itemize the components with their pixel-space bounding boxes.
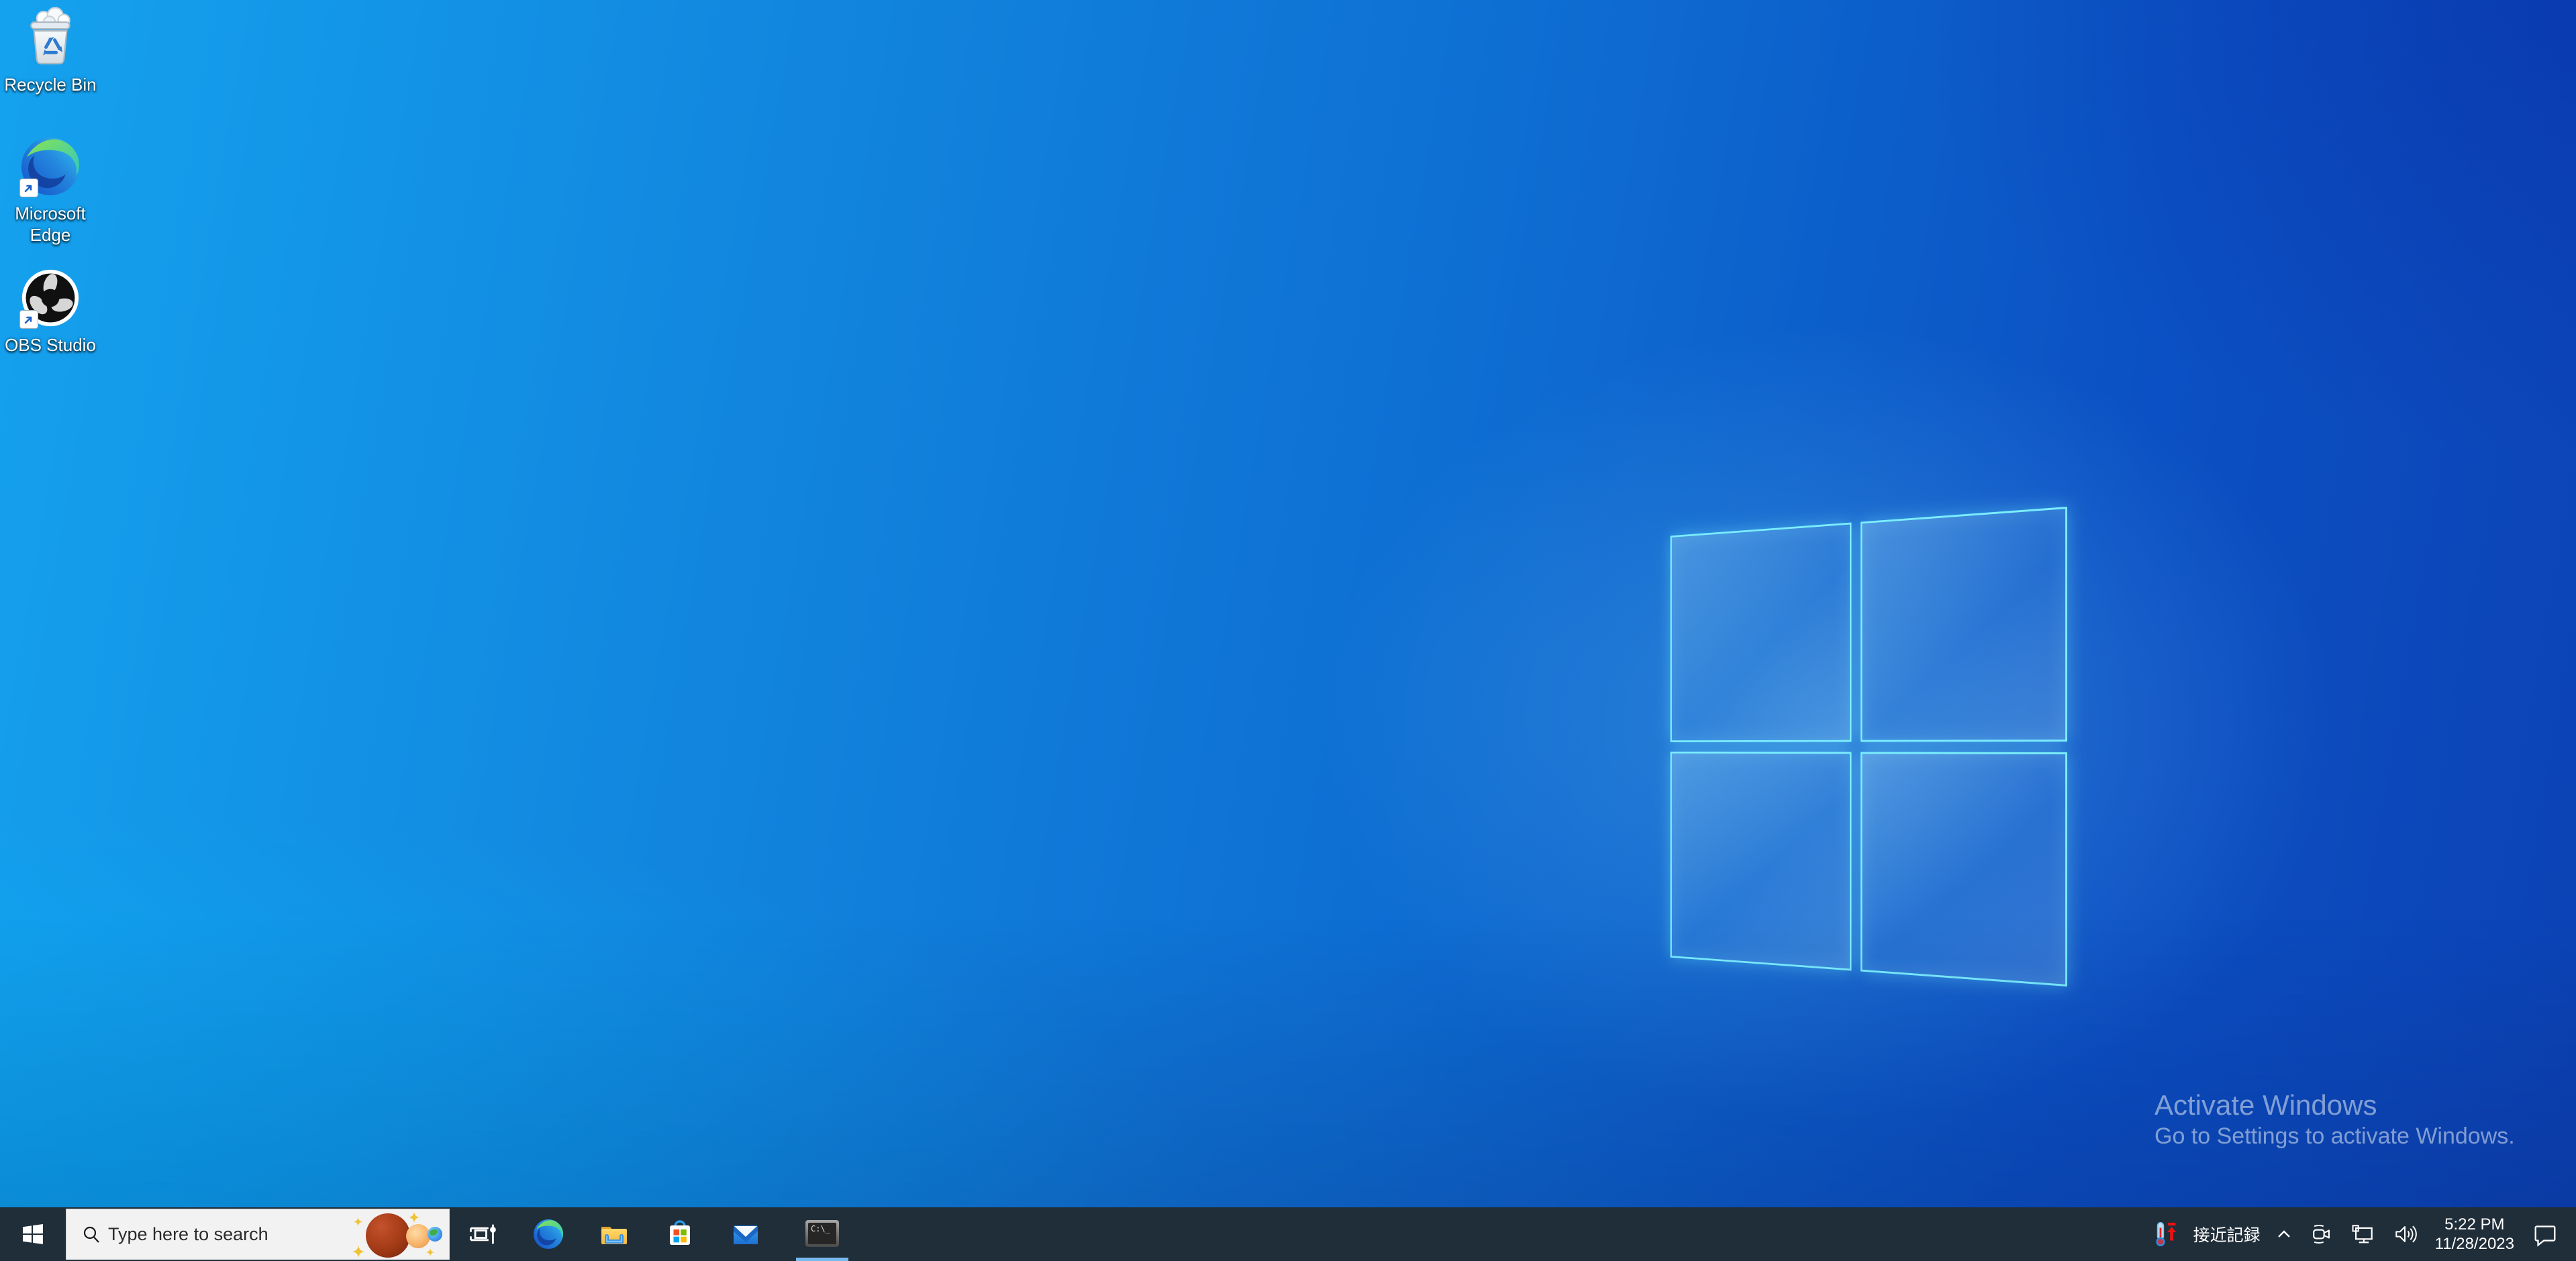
planet-orange-art: [406, 1224, 430, 1248]
activate-windows-watermark: Activate Windows Go to Settings to activ…: [2154, 1089, 2515, 1150]
taskbar-clock[interactable]: 5:22 PM 11/28/2023: [2426, 1207, 2524, 1261]
sparkle-icon: [354, 1217, 362, 1226]
planet-mars-art: [366, 1213, 410, 1258]
desktop-icon-label: Microsoft Edge: [1, 203, 100, 246]
system-tray: 接近記録 5:22 PM 11/28/2023: [2146, 1207, 2576, 1261]
tray-volume[interactable]: [2384, 1207, 2426, 1261]
sparkle-icon: [409, 1212, 419, 1223]
search-icon: [81, 1225, 101, 1245]
clock-time: 5:22 PM: [2444, 1215, 2504, 1234]
command-prompt-screen-text: C:\_: [811, 1224, 831, 1233]
desktop-icon-obs-studio[interactable]: OBS Studio: [0, 266, 101, 356]
ethernet-network-icon: [2350, 1221, 2377, 1248]
taskbar-file-explorer-button[interactable]: [581, 1207, 647, 1261]
camera-icon: [2308, 1221, 2335, 1248]
wallpaper-floor-shade: [0, 0, 2576, 1207]
watermark-title: Activate Windows: [2154, 1089, 2515, 1122]
recycle-bin-icon: [19, 7, 81, 68]
shortcut-arrow-icon: [19, 310, 38, 329]
task-view-button[interactable]: [450, 1207, 515, 1261]
tray-app-label[interactable]: 接近記録: [2187, 1222, 2267, 1246]
search-input[interactable]: [101, 1224, 348, 1245]
task-view-icon: [468, 1219, 497, 1249]
desktop-icon-recycle-bin[interactable]: Recycle Bin: [0, 5, 101, 95]
microsoft-store-icon: [664, 1218, 696, 1250]
windows-start-icon: [21, 1223, 44, 1246]
planet-earth-art: [428, 1227, 442, 1242]
taskbar-search-box[interactable]: [66, 1209, 450, 1260]
desktop-icon-microsoft-edge[interactable]: Microsoft Edge: [0, 134, 101, 246]
taskbar-empty-space: [855, 1207, 2146, 1261]
tray-network[interactable]: [2342, 1207, 2384, 1261]
edge-icon: [532, 1218, 564, 1250]
taskbar-command-prompt-button[interactable]: C:\_: [789, 1207, 855, 1261]
watermark-subtitle: Go to Settings to activate Windows.: [2154, 1122, 2515, 1150]
chevron-up-icon: [2275, 1225, 2293, 1244]
command-prompt-icon: C:\_: [805, 1219, 840, 1249]
desktop-wallpaper: [0, 0, 2576, 1207]
sparkle-icon: [426, 1248, 434, 1256]
search-highlight-planets-art: [348, 1209, 449, 1260]
action-center-icon: [2531, 1220, 2559, 1248]
taskbar-mail-button[interactable]: [713, 1207, 779, 1261]
tray-thermometer-app[interactable]: [2146, 1207, 2187, 1261]
action-center-button[interactable]: [2524, 1207, 2567, 1261]
thermometer-icon: [2154, 1220, 2179, 1248]
tray-camera-in-use[interactable]: [2301, 1207, 2342, 1261]
taskbar-edge-button[interactable]: [515, 1207, 581, 1261]
clock-date: 11/28/2023: [2435, 1234, 2514, 1254]
volume-icon: [2391, 1221, 2418, 1248]
running-app-indicator: [796, 1258, 848, 1261]
taskbar: C:\_ 接近記録 5:22 PM 11/28/2023: [0, 1207, 2576, 1261]
taskbar-store-button[interactable]: [647, 1207, 713, 1261]
file-explorer-icon: [598, 1218, 630, 1250]
start-button[interactable]: [0, 1207, 66, 1261]
mail-icon: [730, 1218, 762, 1250]
desktop-icon-label: OBS Studio: [5, 334, 96, 356]
tray-overflow-button[interactable]: [2267, 1207, 2301, 1261]
shortcut-arrow-icon: [19, 179, 38, 197]
sparkle-icon: [352, 1246, 364, 1258]
desktop-icon-label: Recycle Bin: [4, 74, 96, 95]
